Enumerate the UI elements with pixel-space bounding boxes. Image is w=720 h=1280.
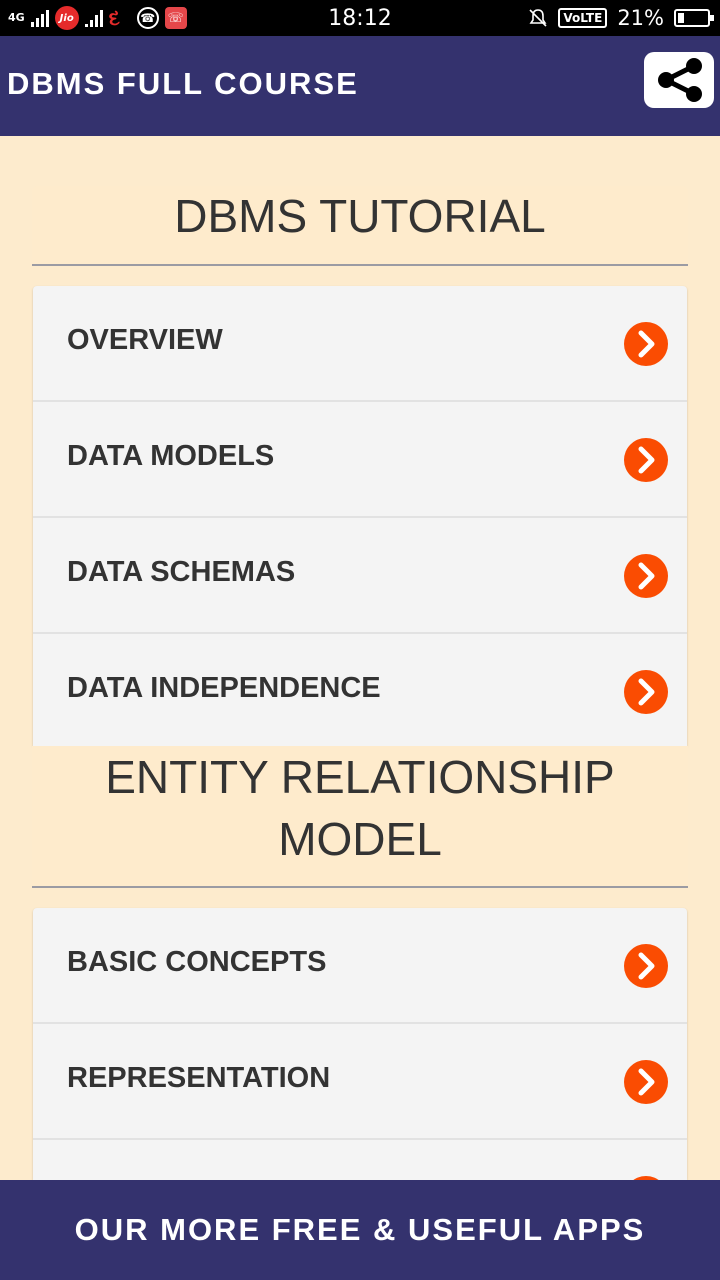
muted-bell-icon xyxy=(529,9,547,27)
section-header-entity-relationship: ENTITY RELATIONSHIP MODEL xyxy=(32,746,688,888)
section-header-dbms-tutorial: DBMS TUTORIAL xyxy=(32,186,688,266)
app-bar: DBMS FULL COURSE xyxy=(0,36,720,136)
chevron-right-icon xyxy=(624,438,668,482)
list-item-label: BASIC CONCEPTS xyxy=(67,946,327,978)
list-item-basic-concepts[interactable]: BASIC CONCEPTS xyxy=(33,908,687,1024)
more-apps-button[interactable]: OUR MORE FREE & USEFUL APPS xyxy=(0,1180,720,1280)
section-title-line1: ENTITY RELATIONSHIP xyxy=(105,751,615,803)
list-item-partial[interactable] xyxy=(33,1140,687,1180)
list-item-label: OVERVIEW xyxy=(67,324,223,356)
list-item-label: REPRESENTATION xyxy=(67,1062,331,1094)
chevron-right-icon xyxy=(624,322,668,366)
list-item-data-independence[interactable]: DATA INDEPENDENCE xyxy=(33,634,687,746)
section-title-line2: MODEL xyxy=(278,813,442,865)
chevron-right-icon xyxy=(624,1060,668,1104)
chevron-right-icon xyxy=(624,554,668,598)
list-item-data-models[interactable]: DATA MODELS xyxy=(33,402,687,518)
section-list-dbms-tutorial: OVERVIEW DATA MODELS DATA SCHEMAS DATA I… xyxy=(33,286,687,746)
battery-percent: 21% xyxy=(617,6,664,30)
chevron-right-icon xyxy=(624,944,668,988)
app-title: DBMS FULL COURSE xyxy=(7,66,359,101)
list-item-label: DATA SCHEMAS xyxy=(67,556,296,588)
volte-badge: VoLTE xyxy=(558,8,608,28)
list-item-data-schemas[interactable]: DATA SCHEMAS xyxy=(33,518,687,634)
list-item-label: DATA INDEPENDENCE xyxy=(67,672,381,704)
section-list-entity-relationship: BASIC CONCEPTS REPRESENTATION xyxy=(33,908,687,1180)
list-item-label: DATA MODELS xyxy=(67,440,275,472)
more-apps-label: OUR MORE FREE & USEFUL APPS xyxy=(74,1212,646,1247)
list-item-representation[interactable]: REPRESENTATION xyxy=(33,1024,687,1140)
share-icon xyxy=(658,58,702,102)
status-right-icons: VoLTE 21% xyxy=(528,6,714,30)
list-item-overview[interactable]: OVERVIEW xyxy=(33,286,687,402)
share-button[interactable] xyxy=(644,52,714,108)
chevron-right-icon xyxy=(624,670,668,714)
section-title: DBMS TUTORIAL xyxy=(174,190,546,242)
status-bar: 4G Jio દ ☎ ☏ 18:12 VoLTE 21% xyxy=(0,0,720,36)
battery-icon xyxy=(674,9,714,27)
